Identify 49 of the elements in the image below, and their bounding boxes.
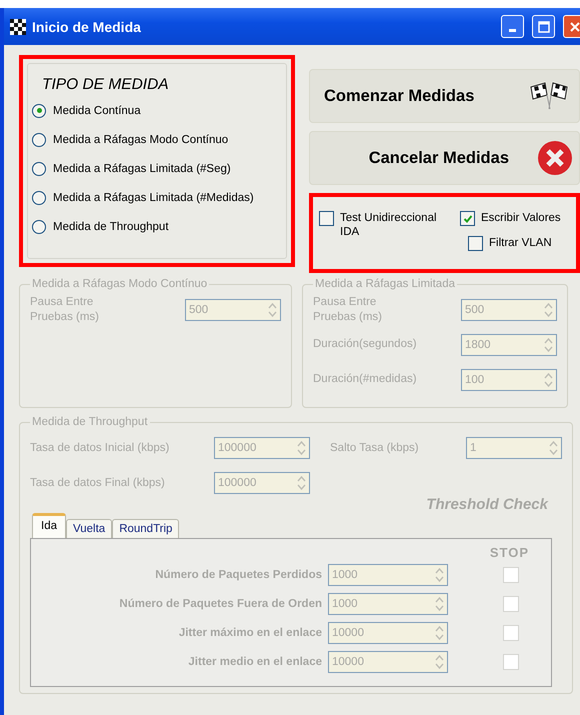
- maximize-icon: [538, 20, 550, 32]
- checkbox[interactable]: [468, 236, 483, 251]
- field-label: Duración(#medidas): [313, 372, 417, 387]
- group-title: Medida a Ráfagas Modo Contínuo: [31, 278, 208, 290]
- radio-button[interactable]: [32, 104, 46, 118]
- radio-label[interactable]: Medida a Ráfagas Limitada (#Medidas): [53, 192, 254, 204]
- start-button[interactable]: Comenzar Medidas: [309, 69, 580, 123]
- minimize-button[interactable]: [501, 15, 524, 38]
- checkbox-label[interactable]: Filtrar VLAN: [489, 236, 552, 250]
- field-label: Pausa Entre Pruebas (ms): [313, 294, 384, 324]
- window-title: Inicio de Medida: [32, 18, 142, 34]
- radio-button[interactable]: [32, 132, 46, 146]
- checkbox-label[interactable]: Escribir Valores: [481, 211, 561, 225]
- radio-label[interactable]: Medida de Throughput: [53, 220, 169, 232]
- spinner-arrows-icon[interactable]: [434, 652, 445, 670]
- radio-label[interactable]: Medida a Ráfagas Limitada (#Seg): [53, 162, 231, 174]
- radio-button[interactable]: [32, 220, 46, 234]
- cancel-icon: [537, 140, 573, 176]
- checkbox[interactable]: [319, 211, 334, 226]
- field-label: Jitter medio en el enlace: [187, 656, 322, 668]
- maximize-button[interactable]: [532, 15, 555, 38]
- section-heading: Threshold Check: [425, 496, 548, 513]
- spinner-arrows-icon[interactable]: [434, 594, 445, 612]
- field-label: Número de Paquetes Perdidos: [154, 568, 322, 580]
- radio-button[interactable]: [32, 162, 46, 176]
- field-label: Duración(segundos): [313, 337, 417, 352]
- close-button[interactable]: [563, 15, 580, 38]
- checkered-flag-icon: [10, 18, 26, 34]
- field-label: Número de Paquetes Fuera de Orden: [118, 598, 322, 610]
- checkbox-label[interactable]: Test Unidireccional IDA: [340, 211, 448, 239]
- radio-label[interactable]: Medida Contínua: [53, 104, 141, 116]
- field-label: Tasa de datos Final (kbps): [30, 476, 166, 488]
- column-header: STOP: [488, 545, 529, 560]
- checkmark-icon: [462, 214, 472, 224]
- close-icon: [568, 20, 580, 32]
- field-label: Salto Tasa (kbps): [330, 442, 420, 454]
- checkbox[interactable]: [460, 211, 475, 226]
- field-label: Tasa de datos Inicial (kbps): [30, 442, 170, 454]
- spinner-arrows-icon[interactable]: [434, 624, 445, 642]
- minimize-icon: [509, 29, 516, 32]
- field-label: Jitter máximo en el enlace: [178, 626, 322, 638]
- group-title: TIPO DE MEDIDA: [42, 76, 170, 94]
- radio-button[interactable]: [32, 190, 46, 204]
- cancel-button[interactable]: Cancelar Medidas: [309, 131, 580, 185]
- spinner-arrows-icon[interactable]: [434, 566, 445, 584]
- radio-label[interactable]: Medida a Ráfagas Modo Contínuo: [53, 134, 228, 146]
- group-title: Medida a Ráfagas Limitada: [314, 278, 456, 290]
- group-title: Medida de Throughput: [31, 416, 149, 428]
- field-label: Pausa Entre Pruebas (ms): [30, 294, 100, 324]
